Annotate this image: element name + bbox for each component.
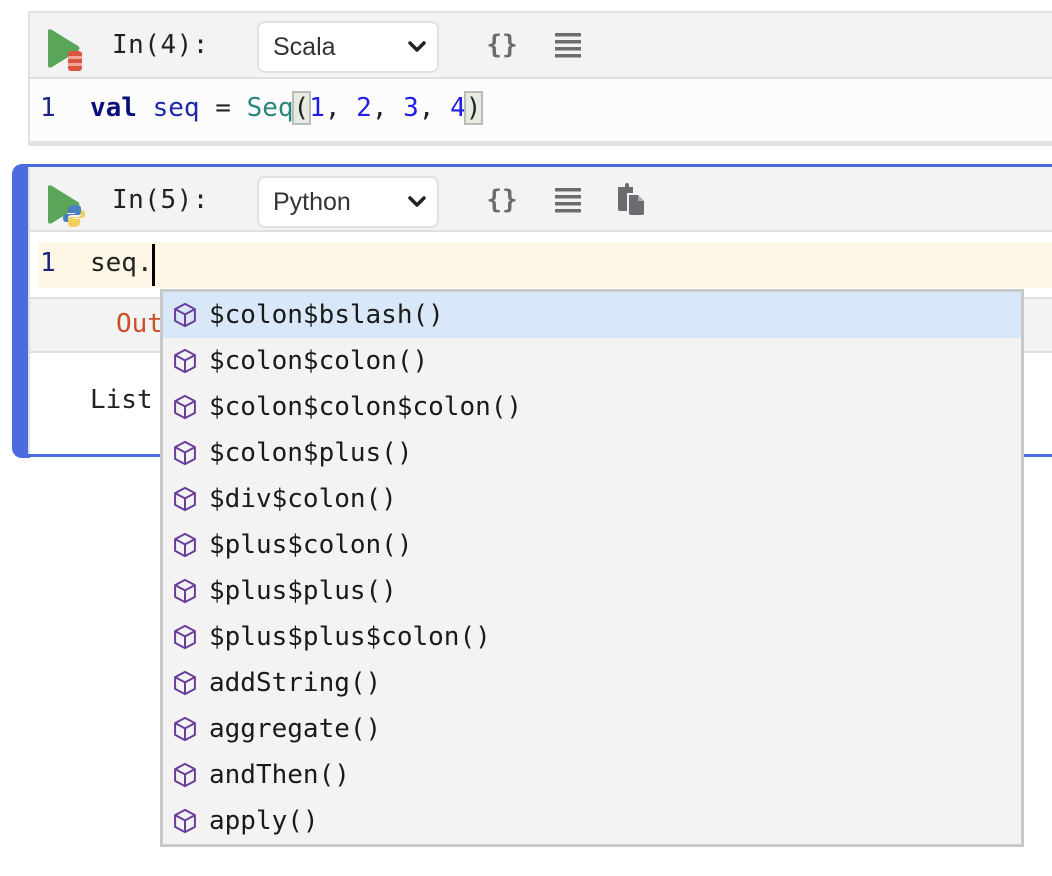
autocomplete-item[interactable]: addString(): [163, 660, 1021, 706]
autocomplete-dropdown[interactable]: $colon$bslash() $colon$colon() $colon$co…: [160, 289, 1024, 847]
autocomplete-item-label: andThen(): [209, 760, 350, 790]
cube-icon: [174, 440, 196, 466]
autocomplete-item-label: $colon$colon(): [209, 346, 429, 376]
cube-icon: [174, 670, 196, 696]
language-select-value: Python: [273, 187, 351, 216]
cube-icon: [174, 486, 196, 512]
autocomplete-item-label: $plus$plus$colon(): [209, 622, 491, 652]
autocomplete-item[interactable]: $div$colon(): [163, 476, 1021, 522]
cube-icon: [174, 624, 196, 650]
run-cell-button[interactable]: [44, 185, 88, 229]
autocomplete-item-label: $colon$colon$colon(): [209, 392, 523, 422]
autocomplete-item-label: $colon$plus(): [209, 438, 413, 468]
keyword-token: val: [90, 93, 137, 123]
autocomplete-item-label: $plus$plus(): [209, 576, 397, 606]
operator-token: =: [199, 93, 247, 123]
code-line: seq.: [90, 248, 153, 278]
paste-icon[interactable]: [614, 183, 646, 215]
number-token: 4: [450, 93, 466, 123]
line-number: 1: [40, 248, 56, 278]
number-token: 3: [403, 93, 419, 123]
cell-toolbar: In(5): Python {}: [30, 167, 1052, 232]
scala-logo-icon: [68, 51, 82, 71]
cube-icon: [174, 348, 196, 374]
autocomplete-item[interactable]: $plus$plus$colon(): [163, 614, 1021, 660]
autocomplete-item-label: $div$colon(): [209, 484, 397, 514]
autocomplete-item[interactable]: apply(): [163, 798, 1021, 844]
cube-icon: [174, 578, 196, 604]
autocomplete-item-label: $colon$bslash(): [209, 300, 444, 330]
cell-toolbar: In(4): Scala {}: [28, 11, 1052, 79]
braces-icon[interactable]: {}: [486, 184, 518, 216]
autocomplete-item-label: $plus$colon(): [209, 530, 413, 560]
autocomplete-item[interactable]: $colon$bslash(): [163, 292, 1021, 338]
autocomplete-item-label: addString(): [209, 668, 382, 698]
code-editor[interactable]: 1 val seq = Seq(1, 2, 3, 4): [28, 79, 1052, 141]
code-line: val seq = Seq(1, 2, 3, 4): [90, 91, 484, 125]
chevron-down-icon: [408, 41, 426, 52]
bracket-match-open: (: [291, 91, 312, 125]
list-icon[interactable]: [552, 30, 584, 62]
autocomplete-item-label: aggregate(): [209, 714, 382, 744]
autocomplete-item[interactable]: $colon$colon$colon(): [163, 384, 1021, 430]
language-select[interactable]: Scala: [257, 21, 439, 73]
number-token: 1: [309, 93, 325, 123]
output-label: Out: [116, 309, 163, 339]
autocomplete-item[interactable]: $plus$plus(): [163, 568, 1021, 614]
braces-icon[interactable]: {}: [486, 29, 518, 61]
line-number: 1: [40, 93, 56, 123]
separator-token: ,: [324, 93, 357, 123]
autocomplete-item[interactable]: aggregate(): [163, 706, 1021, 752]
code-editor-active-line[interactable]: 1 seq.: [38, 242, 1052, 288]
cube-icon: [174, 808, 196, 834]
output-text: List: [90, 385, 153, 415]
autocomplete-item[interactable]: $colon$colon(): [163, 338, 1021, 384]
cell-prompt: In(4):: [112, 30, 209, 60]
cube-icon: [174, 532, 196, 558]
autocomplete-item[interactable]: andThen(): [163, 752, 1021, 798]
cell-prompt: In(5):: [112, 185, 209, 215]
number-token: 2: [356, 93, 372, 123]
cube-icon: [174, 716, 196, 742]
cube-icon: [174, 302, 196, 328]
separator-token: ,: [371, 93, 404, 123]
cell-scala[interactable]: In(4): Scala {} 1 val seq = Seq(1, 2, 3,…: [28, 11, 1052, 147]
cube-icon: [174, 762, 196, 788]
run-cell-button[interactable]: [44, 29, 88, 73]
language-select-value: Scala: [273, 32, 336, 61]
text-cursor: [152, 244, 155, 286]
autocomplete-item[interactable]: $colon$plus(): [163, 430, 1021, 476]
separator-token: ,: [418, 93, 451, 123]
bracket-match-close: ): [463, 91, 484, 125]
list-icon[interactable]: [552, 185, 584, 217]
language-select[interactable]: Python: [257, 176, 439, 228]
chevron-down-icon: [408, 196, 426, 207]
variable-token: seq: [152, 93, 200, 123]
cell-divider: [28, 141, 1052, 146]
cube-icon: [174, 394, 196, 420]
autocomplete-item[interactable]: $plus$colon(): [163, 522, 1021, 568]
type-token: Seq: [246, 93, 294, 123]
autocomplete-item-label: apply(): [209, 806, 319, 836]
